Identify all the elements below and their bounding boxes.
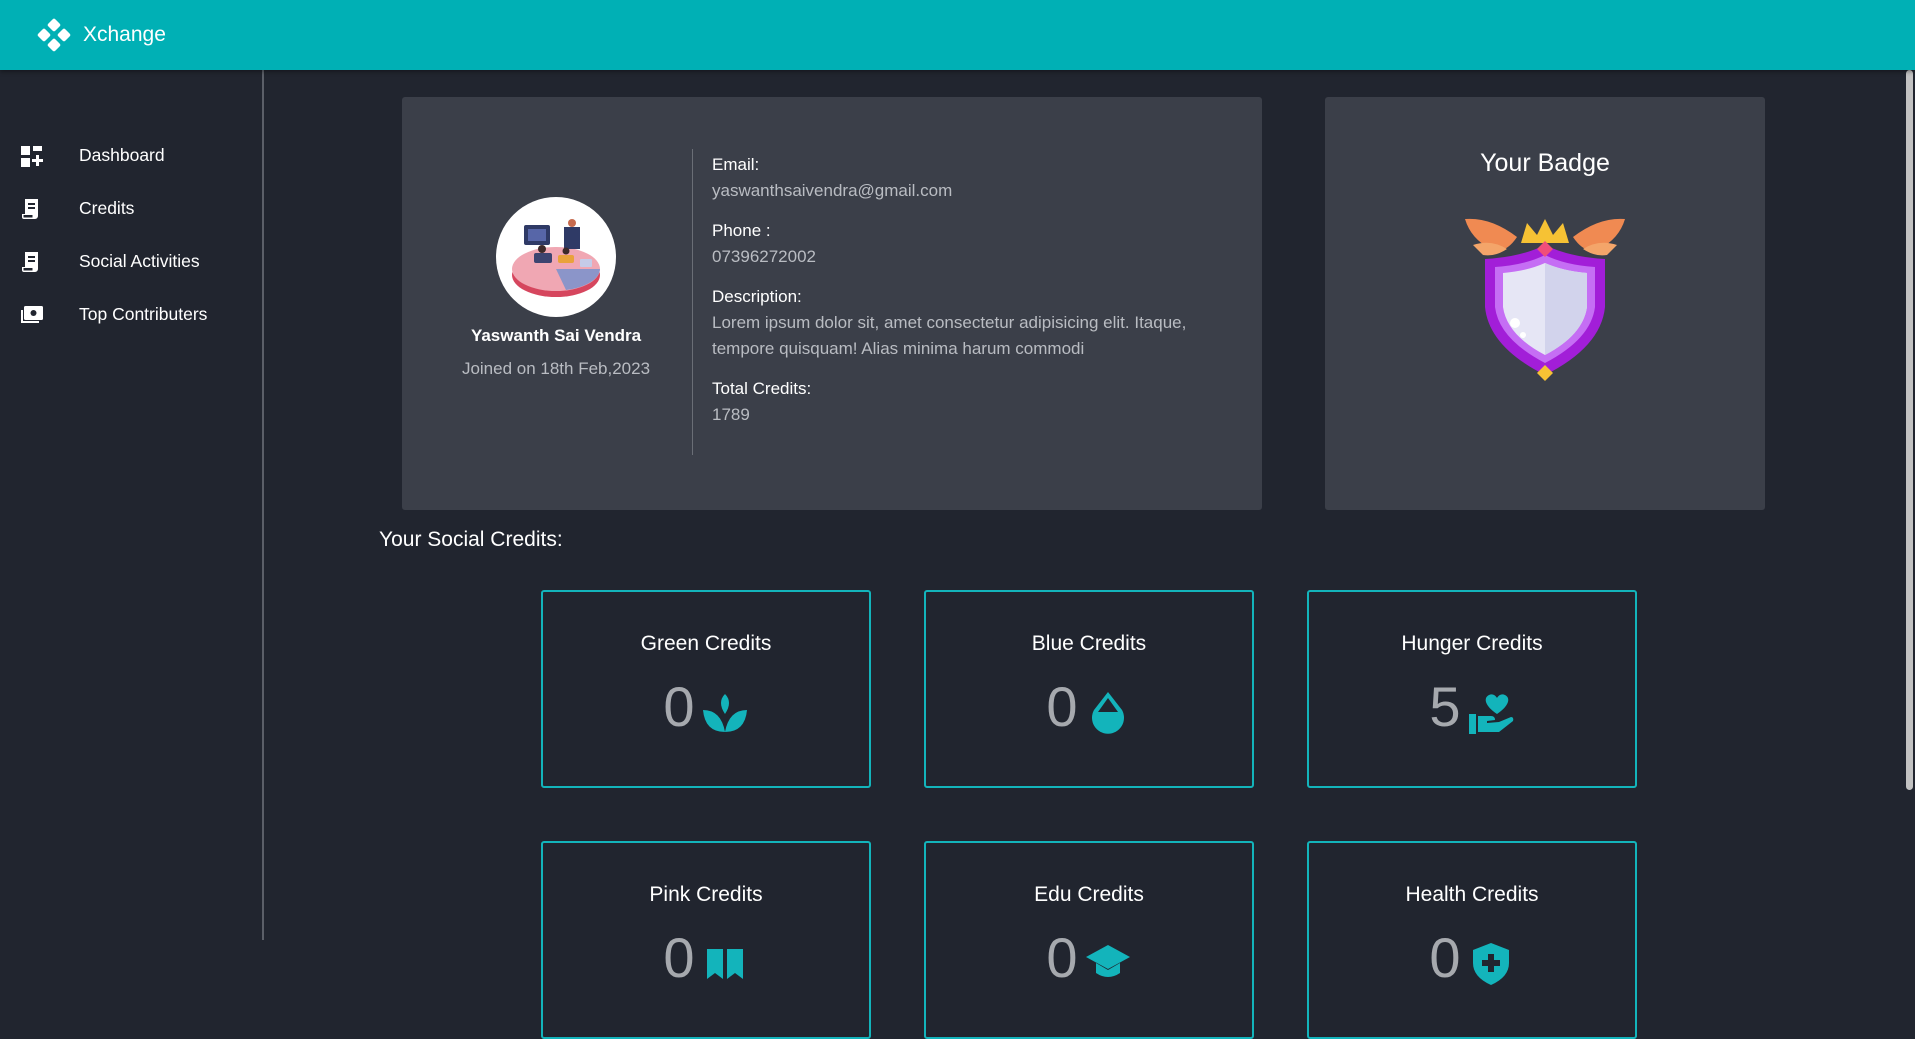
credit-value: 0 [1046,926,1078,989]
credit-title: Edu Credits [1034,883,1144,906]
top-app-bar: Xchange [0,0,1915,70]
sidebar: Dashboard Credits Social Activities Top … [0,70,264,940]
dashboard-add-icon [21,145,43,167]
sidebar-nav: Dashboard Credits Social Activities Top … [0,129,262,341]
credit-value: 0 [1046,675,1078,738]
credit-value: 5 [1429,675,1461,738]
pink-credits-card[interactable]: Pink Credits 0 [541,841,871,1039]
badge-title: Your Badge [1480,149,1610,177]
health-shield-icon [1472,943,1509,985]
profile-joined-date: Joined on 18th Feb,2023 [461,359,651,378]
hand-heart-icon [1468,694,1513,734]
sidebar-item-dashboard[interactable]: Dashboard [0,129,262,182]
credit-value: 0 [663,675,695,738]
total-credits-label: Total Credits: [712,379,812,398]
brand[interactable]: Xchange [36,17,166,53]
total-credits-block: Total Credits: 1789 [712,376,1232,428]
profile-info: Email: yaswanthsaivendra@gmail.com Phone… [712,152,1232,442]
credit-title: Hunger Credits [1401,632,1543,655]
description-block: Description: Lorem ipsum dolor sit, amet… [712,284,1232,362]
school-icon [1085,945,1130,977]
sprout-icon [702,694,747,732]
credit-row: 0 [543,672,869,742]
credit-row: 0 [1309,923,1635,993]
sidebar-item-label: Credits [79,198,135,218]
phone-value: 07396272002 [712,247,817,266]
phone-block: Phone : 07396272002 [712,218,1232,270]
edu-credits-card[interactable]: Edu Credits 0 [924,841,1254,1039]
avatar-illustration-icon [512,219,600,297]
shield-badge-icon [1465,218,1625,381]
sidebar-item-label: Social Activities [79,251,200,271]
sidebar-item-label: Dashboard [79,145,165,165]
badge-card: Your Badge [1325,97,1765,510]
credit-value: 0 [1429,926,1461,989]
receipt-icon [22,251,38,272]
credit-title: Health Credits [1405,883,1539,906]
email-label: Email: [712,155,760,174]
health-credits-card[interactable]: Health Credits 0 [1307,841,1637,1039]
sidebar-item-social-activities[interactable]: Social Activities [0,235,262,288]
profile-card: Yaswanth Sai Vendra Joined on 18th Feb,2… [402,97,1262,510]
hunger-credits-card[interactable]: Hunger Credits 5 [1307,590,1637,788]
social-credits-title: Your Social Credits: [379,528,563,551]
description-label: Description: [712,287,802,306]
page-scrollbar-thumb[interactable] [1906,70,1913,790]
profile-divider [692,149,693,455]
sidebar-item-label: Top Contributers [79,304,208,324]
green-credits-card[interactable]: Green Credits 0 [541,590,871,788]
email-value: yaswanthsaivendra@gmail.com [712,181,953,200]
credit-title: Pink Credits [649,883,763,906]
email-block: Email: yaswanthsaivendra@gmail.com [712,152,1232,204]
credit-row: 5 [1309,672,1635,742]
phone-label: Phone : [712,221,771,240]
receipt-icon [22,198,38,219]
credit-row: 0 [926,672,1252,742]
brand-name: Xchange [83,23,166,46]
credit-row: 0 [926,923,1252,993]
credit-row: 0 [543,923,869,993]
total-credits-value: 1789 [712,405,750,424]
money-icon [21,305,43,323]
credit-title: Blue Credits [1031,632,1147,655]
credit-title: Green Credits [640,632,772,655]
blue-credits-card[interactable]: Blue Credits 0 [924,590,1254,788]
credit-value: 0 [663,926,695,989]
description-value: Lorem ipsum dolor sit, amet consectetur … [712,313,1187,358]
avatar [496,197,616,317]
water-drop-icon [1091,692,1124,734]
xchange-logo-icon [37,18,71,52]
ribbon-icon [706,949,743,979]
sidebar-item-top-contributers[interactable]: Top Contributers [0,288,262,341]
sidebar-item-credits[interactable]: Credits [0,182,262,235]
profile-name: Yaswanth Sai Vendra [470,326,642,345]
